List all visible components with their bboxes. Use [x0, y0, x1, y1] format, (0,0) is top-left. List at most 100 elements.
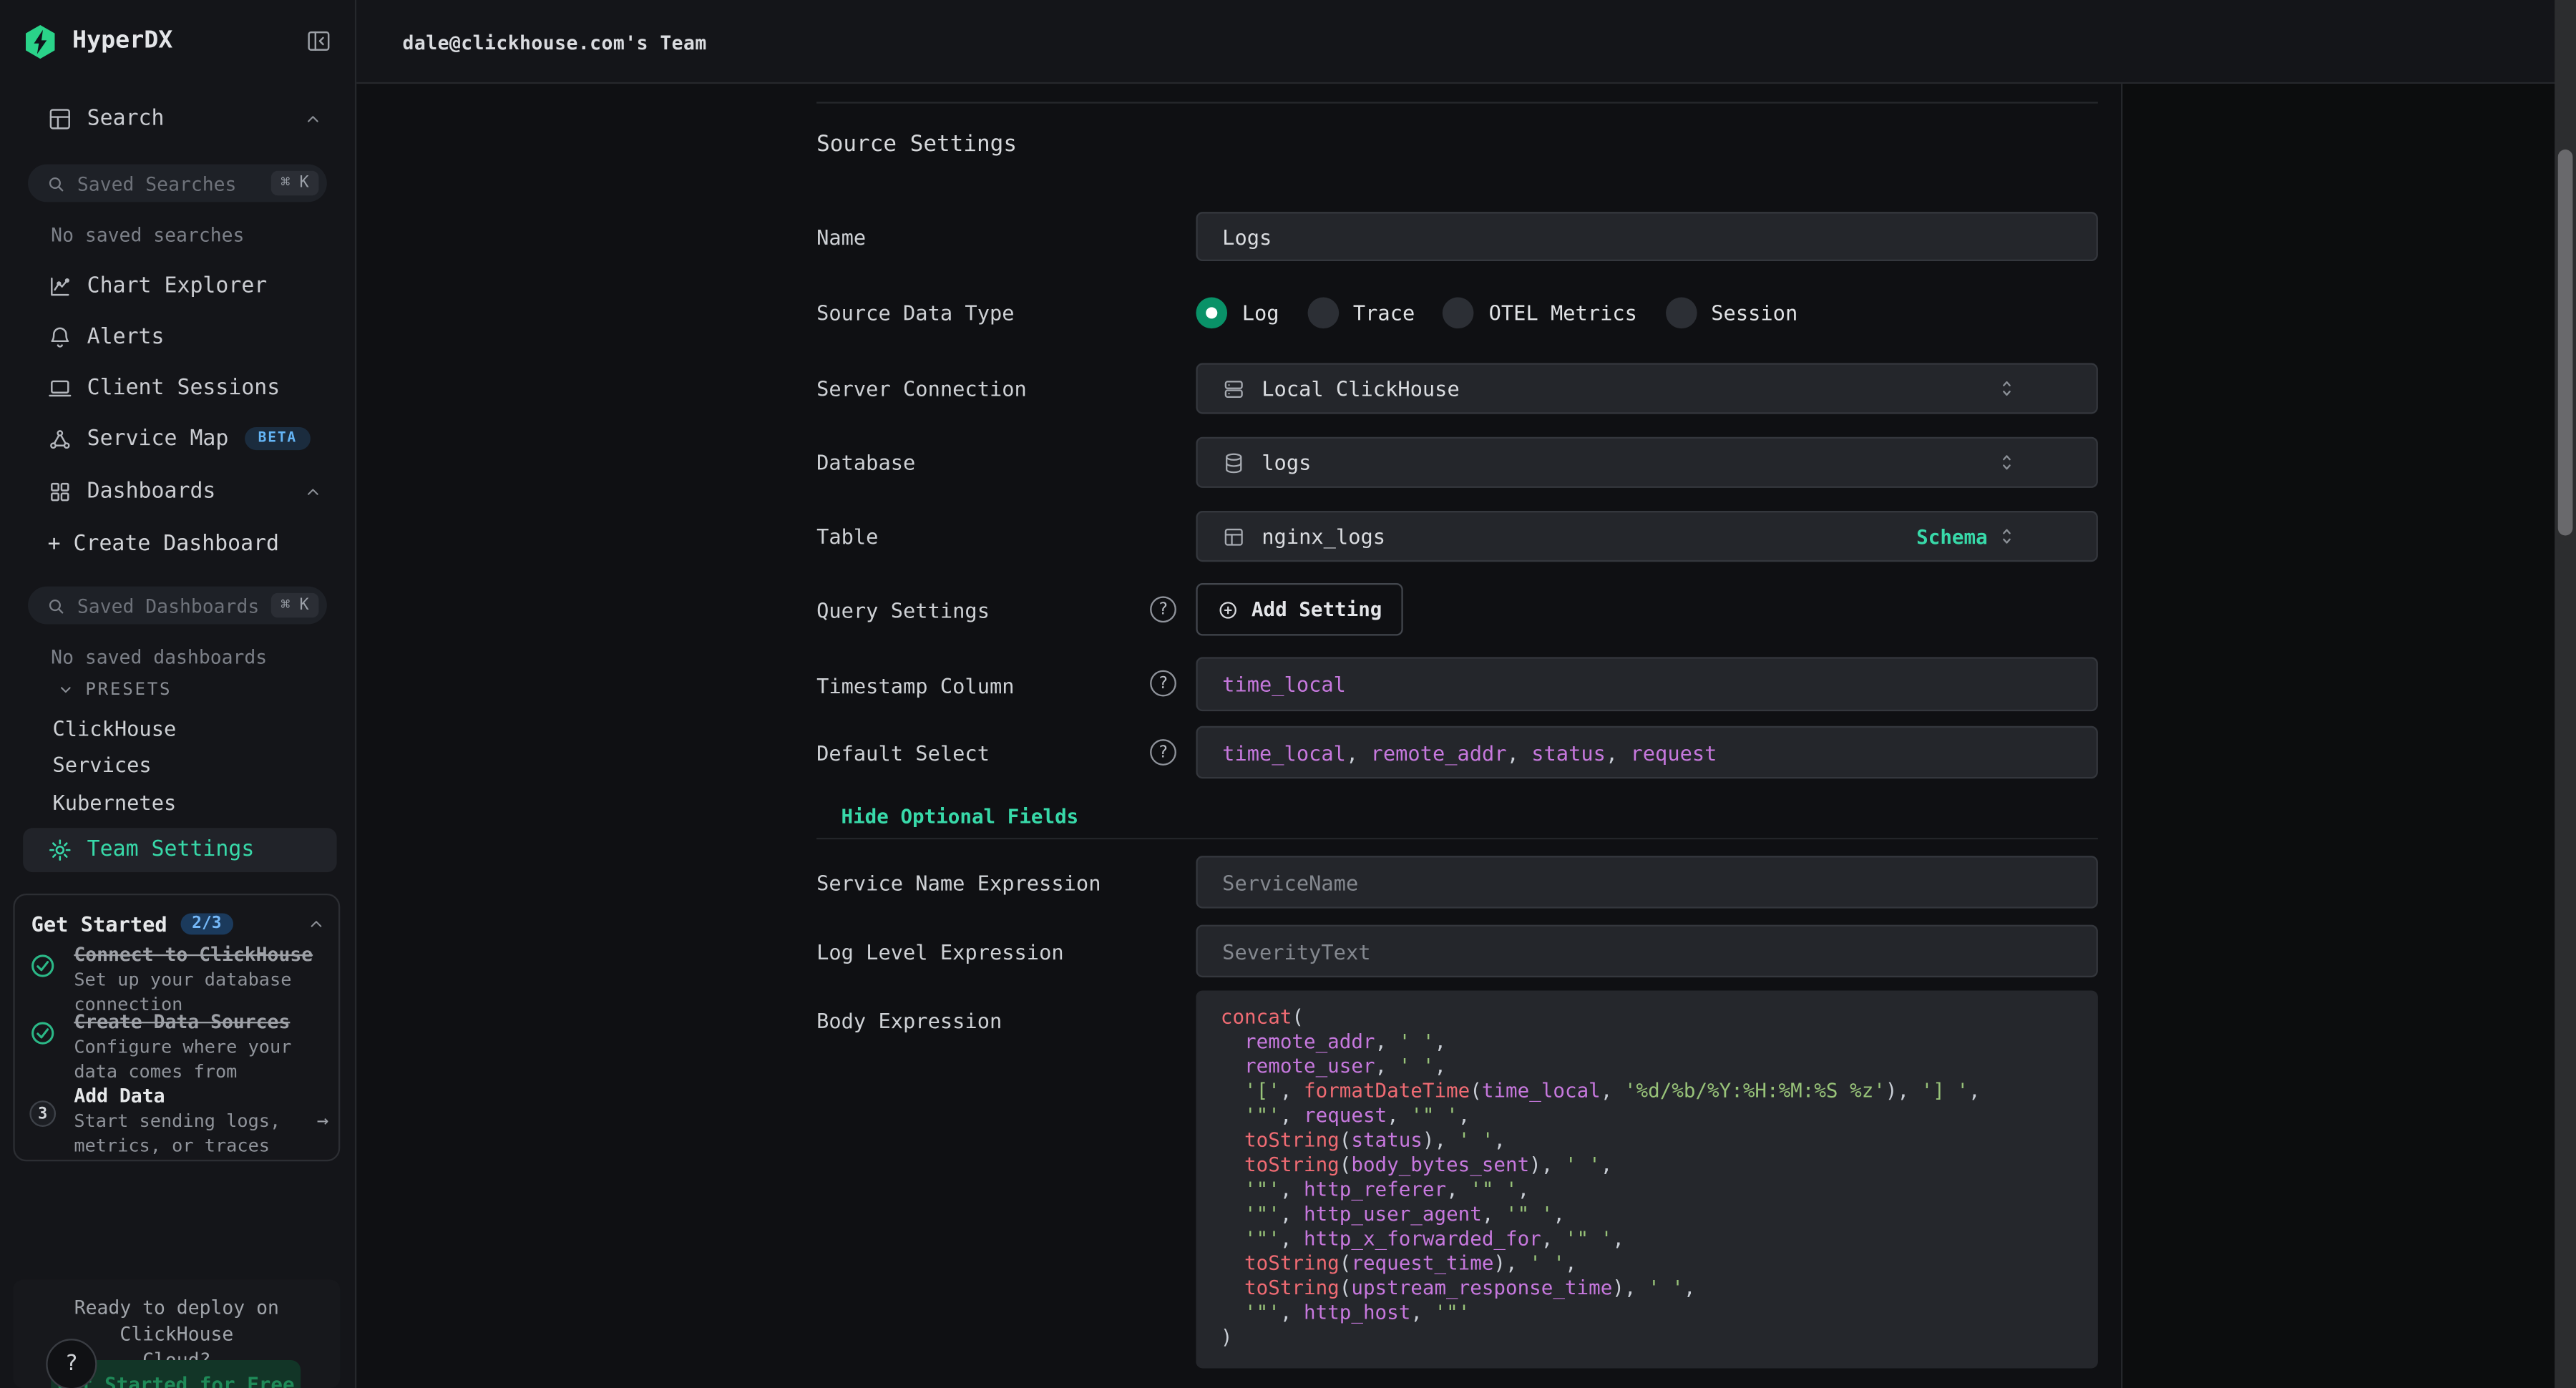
sidebar-item-service-map[interactable]: Service Map BETA: [21, 414, 336, 464]
sidebar-item-dashboards[interactable]: Dashboards: [21, 466, 336, 516]
saved-searches-placeholder: Saved Searches: [77, 172, 271, 195]
step-subtitle: Configure where your: [74, 1038, 328, 1057]
scrollbar[interactable]: [2555, 0, 2576, 1388]
hide-optional-fields-link[interactable]: Hide Optional Fields: [841, 805, 1079, 828]
right-gutter: [2121, 84, 2576, 1388]
radio-circle: [1307, 296, 1339, 328]
code-line: toString(request_time), ' ',: [1221, 1251, 2074, 1276]
help-button[interactable]: ?: [46, 1339, 97, 1388]
sidebar-item-label: Dashboards: [87, 479, 216, 503]
sidebar: HyperDX Search Saved Searches: [0, 0, 356, 1388]
schema-button[interactable]: Schema: [1916, 525, 1988, 548]
radio-inner-dot: [1206, 306, 1217, 318]
radio-log[interactable]: Log: [1196, 296, 1279, 328]
code-line: toString(body_bytes_sent), ' ',: [1221, 1153, 2074, 1178]
hyperdx-logo-icon: [21, 22, 59, 60]
bell-icon: [48, 324, 72, 348]
create-dashboard-label: + Create Dashboard: [48, 532, 279, 556]
presets-label: PRESETS: [85, 680, 172, 700]
code-line: ): [1221, 1326, 2074, 1350]
radio-otel-metrics[interactable]: OTEL Metrics: [1443, 296, 1637, 328]
log-level-expression-input[interactable]: [1196, 925, 2097, 977]
step-subtitle: data comes from: [74, 1062, 328, 1080]
sidebar-item-label: Client Sessions: [87, 376, 280, 400]
table-select[interactable]: nginx_logs Schema: [1196, 511, 2097, 562]
source-data-type-radio-group: Log Trace OTEL Metrics Session: [1196, 295, 1797, 328]
cmd-k-shortcut: ⌘ K: [270, 593, 318, 617]
arrow-right-icon: →: [317, 1109, 329, 1132]
step-subtitle: Set up your database: [74, 971, 328, 989]
code-line: toString(status), ' ',: [1221, 1128, 2074, 1153]
code-line: remote_addr, ' ',: [1221, 1030, 2074, 1055]
service-name-expression-input[interactable]: [1196, 856, 2097, 908]
code-line: '"', http_referer, '" ',: [1221, 1178, 2074, 1202]
sidebar-item-label: Search: [87, 106, 165, 130]
code-line: toString(upstream_response_time), ' ',: [1221, 1276, 2074, 1301]
sidebar-collapse-icon[interactable]: [306, 28, 332, 54]
chevron-up-icon[interactable]: [307, 915, 325, 933]
saved-searches-input[interactable]: Saved Searches ⌘ K: [28, 165, 327, 202]
body-expression-editor[interactable]: concat( remote_addr, ' ', remote_user, '…: [1196, 990, 2097, 1368]
get-started-step-connect[interactable]: Connect to ClickHouse Set up your databa…: [29, 944, 328, 1013]
database-value: logs: [1262, 450, 1311, 474]
preset-item-clickhouse[interactable]: ClickHouse: [52, 716, 331, 741]
sidebar-item-chart-explorer[interactable]: Chart Explorer: [21, 261, 336, 311]
code-line: '[', formatDateTime(time_local, '%d/%b/%…: [1221, 1079, 2074, 1103]
search-icon: [46, 595, 66, 615]
default-select-input[interactable]: time_local, remote_addr, status, request: [1196, 726, 2097, 778]
default-select-label: Default Select: [816, 741, 990, 765]
create-dashboard-button[interactable]: + Create Dashboard: [21, 519, 336, 569]
beta-badge: BETA: [245, 427, 310, 450]
server-connection-select[interactable]: Local ClickHouse: [1196, 363, 2097, 414]
sidebar-item-search[interactable]: Search: [21, 94, 336, 143]
step-title: Create Data Sources: [74, 1012, 328, 1033]
chevron-up-icon[interactable]: [304, 482, 322, 500]
code-line: concat(: [1221, 1005, 2074, 1030]
add-setting-button[interactable]: Add Setting: [1196, 583, 1402, 635]
get-started-step-add-data[interactable]: 3 Add Data Start sending logs, metrics, …: [29, 1086, 328, 1155]
radio-trace[interactable]: Trace: [1307, 296, 1415, 328]
query-settings-help-icon[interactable]: ?: [1150, 596, 1176, 622]
database-select[interactable]: logs: [1196, 437, 2097, 488]
radio-session[interactable]: Session: [1665, 296, 1797, 328]
get-started-header[interactable]: Get Started 2/3: [31, 912, 326, 936]
name-input[interactable]: [1196, 212, 2097, 261]
default-select-help-icon[interactable]: ?: [1150, 739, 1176, 766]
timestamp-help-icon[interactable]: ?: [1150, 670, 1176, 697]
gear-icon: [48, 838, 72, 862]
sidebar-item-label: Service Map: [87, 426, 229, 451]
scrollbar-thumb[interactable]: [2558, 150, 2573, 536]
get-started-step-sources[interactable]: Create Data Sources Configure where your…: [29, 1012, 328, 1080]
search-icon: [46, 173, 66, 193]
sidebar-item-client-sessions[interactable]: Client Sessions: [21, 363, 336, 412]
saved-dashboards-placeholder: Saved Dashboards: [77, 594, 271, 617]
team-name: dale@clickhouse.com's Team: [403, 31, 707, 54]
preset-item-kubernetes[interactable]: Kubernetes: [52, 790, 331, 814]
sidebar-item-team-settings[interactable]: Team Settings: [23, 828, 337, 872]
timestamp-column-input[interactable]: time_local: [1196, 657, 2097, 711]
progress-badge: 2/3: [180, 914, 233, 935]
preset-item-services[interactable]: Services: [52, 753, 331, 777]
no-saved-searches-text: No saved searches: [51, 223, 244, 246]
chevron-up-icon[interactable]: [304, 109, 322, 127]
select-updown-icon: [1997, 476, 2072, 597]
plus-circle-icon: [1217, 599, 1239, 620]
log-level-expression-label: Log Level Expression: [816, 939, 1064, 964]
app-window: HyperDX Search Saved Searches: [0, 0, 2576, 1388]
code-line: remote_user, ' ',: [1221, 1055, 2074, 1079]
database-label: Database: [816, 450, 915, 474]
sidebar-item-alerts[interactable]: Alerts: [21, 312, 336, 361]
timestamp-column-label: Timestamp Column: [816, 673, 1014, 698]
sidebar-item-label: Chart Explorer: [87, 273, 268, 298]
step-title: Connect to ClickHouse: [74, 944, 328, 966]
table-value: nginx_logs: [1262, 524, 1385, 548]
get-started-panel: Get Started 2/3 Connect to ClickHouse Se…: [13, 894, 340, 1161]
code-line: '"', http_host, '"': [1221, 1301, 2074, 1325]
server-connection-value: Local ClickHouse: [1262, 376, 1459, 401]
saved-dashboards-input[interactable]: Saved Dashboards ⌘ K: [28, 587, 327, 625]
code-line: '"', http_x_forwarded_for, '" ',: [1221, 1227, 2074, 1251]
radio-circle: [1443, 296, 1474, 328]
presets-section-header[interactable]: PRESETS: [57, 680, 172, 700]
add-setting-label: Add Setting: [1252, 598, 1382, 621]
code-line: time_local: [1222, 672, 1346, 696]
